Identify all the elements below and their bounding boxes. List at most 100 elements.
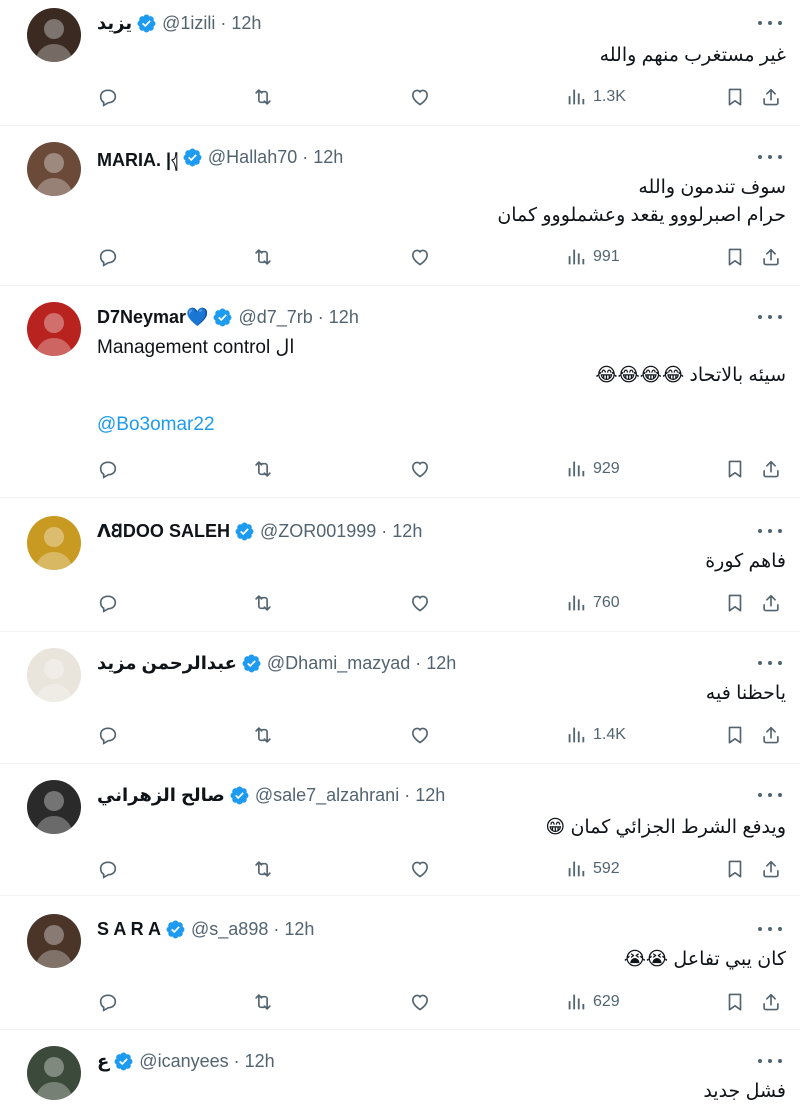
more-icon[interactable] (758, 1056, 782, 1066)
avatar[interactable] (27, 1046, 81, 1100)
views-button[interactable]: 1.3K (565, 82, 626, 112)
tweet-header: S A R A @s_a898 · 12h (97, 916, 314, 942)
share-icon[interactable] (760, 854, 782, 884)
more-icon[interactable] (758, 312, 782, 322)
avatar[interactable] (27, 516, 81, 570)
verified-badge-icon (212, 307, 233, 328)
avatar[interactable] (27, 648, 81, 702)
like-icon[interactable] (409, 588, 431, 618)
retweet-icon[interactable] (252, 720, 274, 750)
tweet[interactable]: D7Neymar💙 @d7_7rb · 12h ال Management contro… (0, 286, 800, 498)
retweet-icon[interactable] (252, 82, 274, 112)
tweet[interactable]: ꓥ𐐒DOO SALEH @ZOR001999 · 12h فاهم كورة 760 (0, 498, 800, 632)
user-handle[interactable]: @d7_7rb (238, 307, 312, 328)
reply-icon[interactable] (97, 454, 119, 484)
reply-icon[interactable] (97, 720, 119, 750)
views-button[interactable]: 929 (565, 454, 620, 484)
timestamp[interactable]: 12h (231, 13, 261, 34)
bookmark-icon[interactable] (724, 454, 746, 484)
avatar[interactable] (27, 914, 81, 968)
avatar[interactable] (27, 780, 81, 834)
bookmark-icon[interactable] (724, 987, 746, 1017)
avatar[interactable] (27, 142, 81, 196)
more-icon[interactable] (758, 152, 782, 162)
views-button[interactable]: 629 (565, 987, 620, 1017)
bookmark-icon[interactable] (724, 854, 746, 884)
share-icon[interactable] (760, 82, 782, 112)
retweet-icon[interactable] (252, 987, 274, 1017)
timestamp[interactable]: 12h (392, 521, 422, 542)
more-icon[interactable] (758, 790, 782, 800)
share-icon[interactable] (760, 588, 782, 618)
separator-dot: · (233, 1050, 240, 1071)
view-count: 592 (593, 860, 620, 877)
retweet-icon[interactable] (252, 854, 274, 884)
share-icon[interactable] (760, 454, 782, 484)
user-handle[interactable]: @sale7_alzahrani (255, 785, 399, 806)
display-name[interactable]: ع (97, 1051, 109, 1072)
share-icon[interactable] (760, 242, 782, 272)
user-handle[interactable]: @Dhami_mazyad (267, 653, 410, 674)
user-handle[interactable]: @icanyees (139, 1051, 228, 1072)
display-name[interactable]: S A R A (97, 919, 161, 940)
tweet[interactable]: صالح الزهراني @sale7_alzahrani · 12h ويدفع ا… (0, 764, 800, 896)
user-handle[interactable]: @1izili (162, 13, 215, 34)
more-icon[interactable] (758, 658, 782, 668)
views-button[interactable]: 592 (565, 854, 620, 884)
bookmark-icon[interactable] (724, 720, 746, 750)
share-icon[interactable] (760, 987, 782, 1017)
timestamp[interactable]: 12h (329, 307, 359, 328)
views-icon (565, 858, 587, 880)
reply-icon[interactable] (97, 588, 119, 618)
display-name[interactable]: MARIA. |𓂆 (97, 142, 178, 172)
more-icon[interactable] (758, 924, 782, 934)
display-name[interactable]: يزيد (97, 13, 132, 34)
bookmark-icon[interactable] (724, 242, 746, 272)
like-icon[interactable] (409, 82, 431, 112)
reply-icon[interactable] (97, 854, 119, 884)
views-button[interactable]: 760 (565, 588, 620, 618)
mention-link[interactable]: @Bo3omar22 (97, 414, 215, 436)
user-handle[interactable]: @ZOR001999 (260, 521, 376, 542)
reply-icon[interactable] (97, 987, 119, 1017)
user-handle[interactable]: @s_a898 (191, 919, 268, 940)
bookmark-icon[interactable] (724, 588, 746, 618)
more-icon[interactable] (758, 526, 782, 536)
retweet-icon[interactable] (252, 242, 274, 272)
timestamp[interactable]: 12h (415, 785, 445, 806)
display-name[interactable]: صالح الزهراني (97, 785, 225, 806)
reply-icon[interactable] (97, 242, 119, 272)
display-name[interactable]: D7Neymar💙 (97, 307, 208, 328)
like-icon[interactable] (409, 242, 431, 272)
separator-dot: · (220, 12, 227, 33)
views-button[interactable]: 1.4K (565, 720, 626, 750)
timestamp[interactable]: 12h (426, 653, 456, 674)
like-icon[interactable] (409, 720, 431, 750)
display-name[interactable]: ꓥ𐐒DOO SALEH (97, 519, 230, 543)
tweet[interactable]: عبدالرحمن مزيد @Dhami_mazyad · 12h ياحظنا في… (0, 632, 800, 764)
view-count: 760 (593, 594, 620, 611)
display-name[interactable]: عبدالرحمن مزيد (97, 653, 237, 674)
views-icon (565, 86, 587, 108)
share-icon[interactable] (760, 720, 782, 750)
timestamp[interactable]: 12h (284, 919, 314, 940)
user-handle[interactable]: @Hallah70 (208, 147, 297, 168)
avatar[interactable] (27, 302, 81, 356)
tweet[interactable]: ع @icanyees · 12h فشل جديد (0, 1030, 800, 1113)
reply-icon[interactable] (97, 82, 119, 112)
retweet-icon[interactable] (252, 588, 274, 618)
timestamp[interactable]: 12h (313, 147, 343, 168)
tweet[interactable]: S A R A @s_a898 · 12h كان يبي تفاعل 😭😭 629 (0, 896, 800, 1030)
timestamp[interactable]: 12h (245, 1051, 275, 1072)
views-button[interactable]: 991 (565, 242, 620, 272)
like-icon[interactable] (409, 854, 431, 884)
bookmark-icon[interactable] (724, 82, 746, 112)
retweet-icon[interactable] (252, 454, 274, 484)
like-icon[interactable] (409, 454, 431, 484)
tweet[interactable]: يزيد @1izili · 12h غير مستغرب منهم والله 1.3K (0, 0, 800, 126)
avatar[interactable] (27, 8, 81, 62)
like-icon[interactable] (409, 987, 431, 1017)
more-icon[interactable] (758, 18, 782, 28)
view-count: 991 (593, 248, 620, 265)
tweet[interactable]: MARIA. |𓂆 @Hallah70 · 12h سوف تندمون والله حر… (0, 126, 800, 286)
